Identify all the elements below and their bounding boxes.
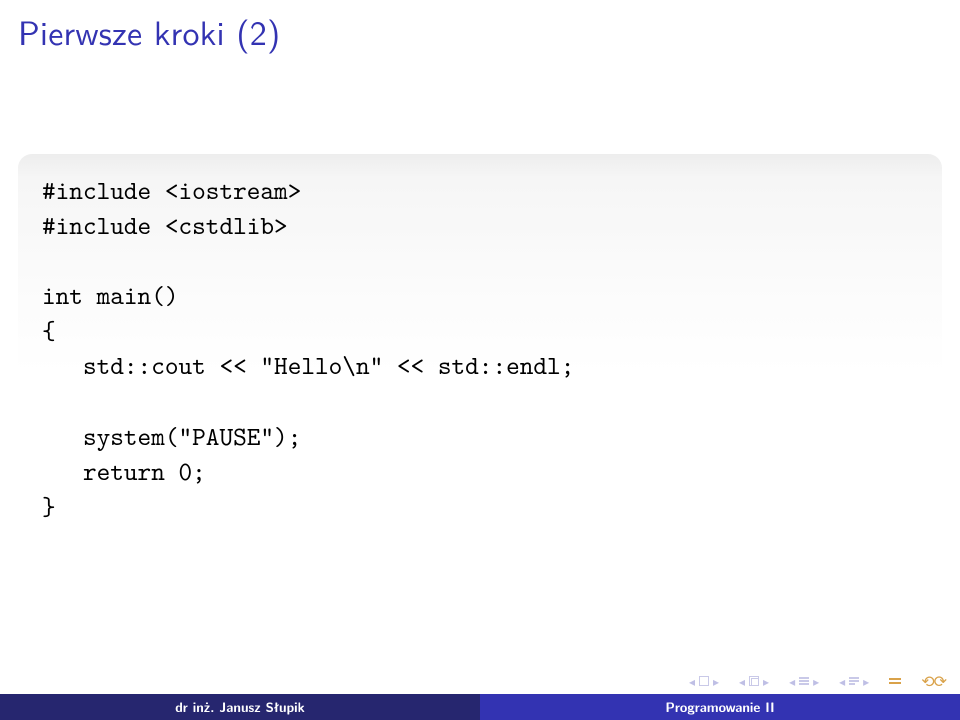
nav-subsection-group[interactable]: ◂ ▸	[739, 672, 769, 690]
chevron-left-icon: ◂	[789, 672, 795, 690]
chevron-right-icon: ▸	[813, 672, 819, 690]
code-line: system("PAUSE");	[42, 420, 301, 454]
nav-frame-group[interactable]: ◂ ▸	[689, 672, 719, 690]
code-block: #include <iostream> #include <cstdlib> i…	[18, 154, 942, 551]
chevron-right-icon: ▸	[713, 672, 719, 690]
code-line: #include <cstdlib>	[42, 209, 288, 243]
footer-course: Programowanie II	[480, 694, 960, 720]
chevron-right-icon: ▸	[763, 672, 769, 690]
slide-title: Pierwsze kroki (2)	[0, 0, 960, 66]
beamer-nav: ◂ ▸ ◂ ▸ ◂ ▸ ◂ ▸ ⟲⟳	[689, 669, 946, 692]
subsection-icon	[749, 676, 759, 686]
chevron-right-icon: ▸	[863, 672, 869, 690]
code-line: return 0;	[42, 455, 206, 489]
nav-appendix-icon[interactable]	[889, 678, 901, 684]
nav-section-group[interactable]: ◂ ▸	[789, 672, 819, 690]
code-line: std::cout << "Hello\n" << std::endl;	[42, 349, 574, 383]
code-line: int main()	[42, 279, 179, 313]
nav-doc-group[interactable]: ◂ ▸	[839, 672, 869, 690]
section-icon	[799, 677, 809, 685]
footer-author: dr inż. Janusz Słupik	[0, 694, 480, 720]
doc-icon	[849, 677, 859, 685]
frame-icon	[699, 676, 709, 686]
code-line: }	[42, 490, 56, 524]
chevron-left-icon: ◂	[689, 672, 695, 690]
nav-back-forward-icon[interactable]: ⟲⟳	[921, 669, 946, 692]
code-line: #include <iostream>	[42, 174, 301, 208]
footer: dr inż. Janusz Słupik Programowanie II	[0, 694, 960, 720]
chevron-left-icon: ◂	[739, 672, 745, 690]
code-line: {	[42, 314, 56, 348]
chevron-left-icon: ◂	[839, 672, 845, 690]
